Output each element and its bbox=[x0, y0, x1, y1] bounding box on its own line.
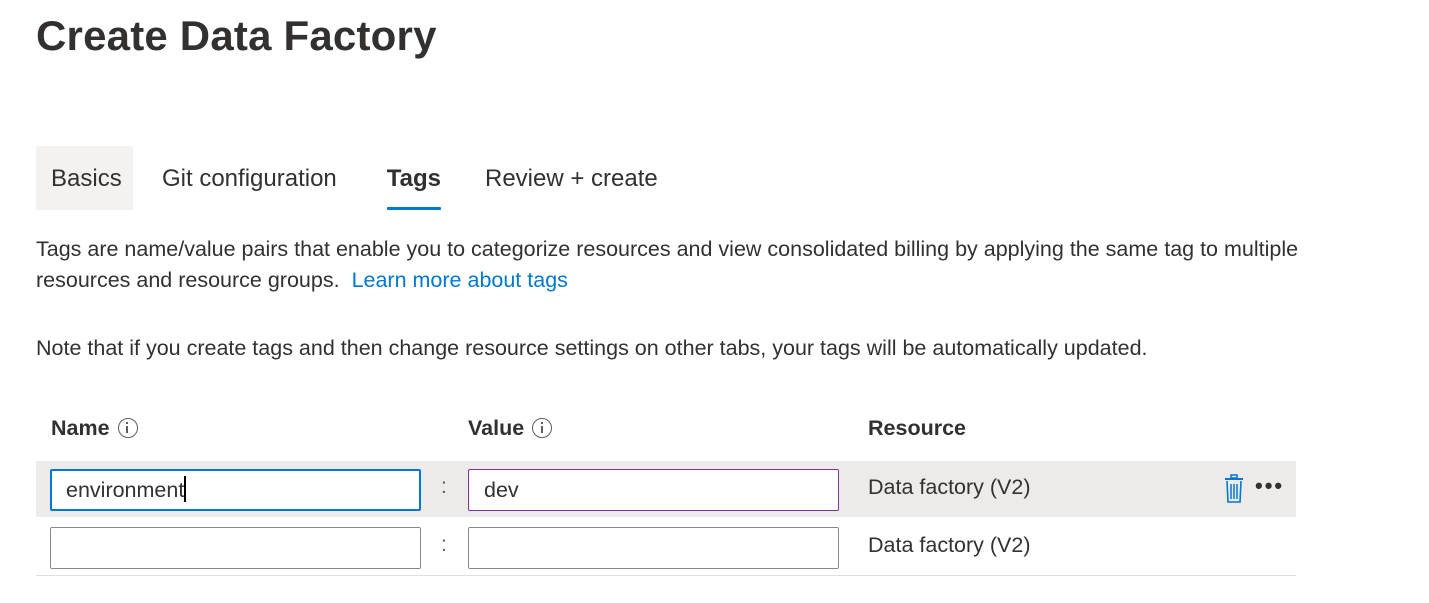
tab-tags[interactable]: Tags bbox=[372, 146, 456, 210]
name-value-separator: : bbox=[441, 475, 447, 498]
name-column-header: Name bbox=[51, 412, 138, 444]
tab-git-configuration[interactable]: Git configuration bbox=[147, 146, 352, 210]
value-column-label: Value bbox=[468, 415, 525, 440]
trash-icon[interactable] bbox=[1222, 474, 1246, 504]
tag-resource-label: Data factory (V2) bbox=[868, 533, 1031, 557]
tags-description: Tags are name/value pairs that enable yo… bbox=[36, 234, 1316, 296]
tag-value-input[interactable] bbox=[468, 527, 839, 569]
name-value-separator: : bbox=[441, 533, 447, 556]
tag-value-input[interactable]: dev bbox=[468, 469, 839, 511]
tag-resource-label: Data factory (V2) bbox=[868, 475, 1031, 499]
name-column-label: Name bbox=[51, 415, 110, 440]
tag-row: : Data factory (V2) bbox=[36, 519, 1296, 576]
text-caret bbox=[184, 476, 186, 503]
tab-basics[interactable]: Basics bbox=[36, 146, 133, 210]
more-options-icon[interactable]: ••• bbox=[1255, 473, 1284, 499]
tag-name-input[interactable]: environment bbox=[50, 469, 421, 511]
info-icon[interactable] bbox=[532, 418, 553, 438]
tags-description-text: Tags are name/value pairs that enable yo… bbox=[36, 237, 1299, 292]
tags-note: Note that if you create tags and then ch… bbox=[36, 336, 1148, 360]
tag-row: environment : dev Data factory (V2) ••• bbox=[36, 461, 1296, 517]
tags-grid-header: Name Value Resource bbox=[36, 412, 1296, 444]
value-column-header: Value bbox=[468, 412, 553, 444]
learn-more-link[interactable]: Learn more about tags bbox=[352, 268, 568, 292]
resource-column-label: Resource bbox=[868, 415, 966, 440]
resource-column-header: Resource bbox=[868, 412, 966, 444]
page-title: Create Data Factory bbox=[36, 12, 437, 59]
create-data-factory-page: Create Data Factory Basics Git configura… bbox=[0, 0, 1429, 603]
tab-review-create[interactable]: Review + create bbox=[470, 146, 673, 210]
tab-bar: Basics Git configuration Tags Review + c… bbox=[36, 146, 673, 210]
tag-name-input[interactable] bbox=[50, 527, 421, 569]
tag-name-value: environment bbox=[66, 478, 185, 502]
info-icon[interactable] bbox=[117, 418, 138, 438]
